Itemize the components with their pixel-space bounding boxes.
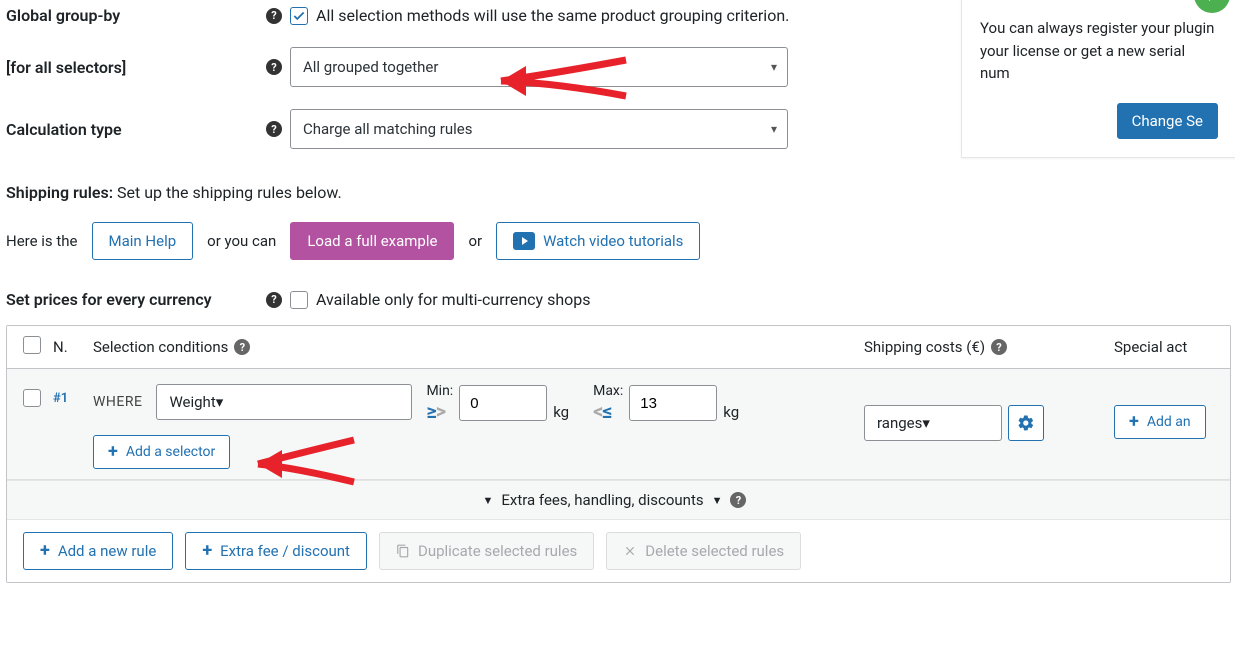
add-action-button[interactable]: + Add an	[1114, 405, 1206, 439]
extras-toggle[interactable]: ▼ Extra fees, handling, discounts ▼ ?	[7, 480, 1230, 520]
gte-op-icon[interactable]: ≥	[426, 399, 435, 423]
calctype-select[interactable]: Charge all matching rules ▾	[290, 109, 788, 149]
watch-video-label: Watch video tutorials	[543, 232, 683, 250]
multicurrency-checkbox[interactable]	[290, 291, 308, 309]
extra-fee-button[interactable]: + Extra fee / discount	[185, 532, 367, 570]
gear-icon	[1017, 414, 1035, 432]
max-label: Max:	[593, 383, 623, 399]
change-serial-button[interactable]: Change Se	[1117, 103, 1218, 139]
license-panel: You can always register your plugin your…	[961, 0, 1235, 158]
duplicate-rules-button[interactable]: Duplicate selected rules	[379, 532, 594, 570]
cost-mode-select[interactable]: ranges ▾	[864, 405, 1002, 441]
add-rule-label: Add a new rule	[58, 542, 157, 560]
plus-icon: +	[1129, 413, 1139, 431]
extra-fee-label: Extra fee / discount	[220, 542, 350, 560]
select-all-checkbox[interactable]	[23, 336, 41, 354]
check-badge-icon	[1194, 0, 1230, 13]
add-selector-label: Add a selector	[126, 444, 215, 460]
calctype-label: Calculation type	[6, 120, 122, 139]
row-checkbox[interactable]	[23, 389, 41, 407]
shipping-rules-title: Shipping rules:	[6, 183, 113, 202]
triangle-down-icon: ▼	[712, 494, 723, 507]
shipping-rules-heading: Shipping rules: Set up the shipping rule…	[6, 183, 1235, 202]
triangle-down-icon: ▼	[483, 494, 494, 507]
play-icon	[513, 232, 535, 250]
max-unit: kg	[723, 403, 739, 421]
where-label: WHERE	[93, 394, 142, 410]
chevron-down-icon: ▾	[771, 60, 777, 74]
groupby-check-text: All selection methods will use the same …	[316, 6, 789, 25]
min-unit: kg	[553, 403, 569, 421]
help-icon[interactable]: ?	[234, 339, 250, 355]
help-icon[interactable]: ?	[266, 8, 282, 24]
add-rule-button[interactable]: + Add a new rule	[23, 532, 173, 570]
license-text: You can always register your plugin your…	[980, 17, 1218, 85]
help-icon[interactable]: ?	[266, 121, 282, 137]
help-icon[interactable]: ?	[991, 339, 1007, 355]
plus-icon: +	[202, 542, 212, 560]
chevron-down-icon: ▾	[216, 393, 224, 411]
delete-label: Delete selected rules	[645, 542, 784, 560]
close-icon	[623, 544, 637, 558]
rules-table: N. Selection conditions ? Shipping costs…	[6, 325, 1231, 583]
watch-video-button[interactable]: Watch video tutorials	[496, 222, 700, 260]
lt-op-icon[interactable]: <	[593, 399, 602, 423]
calctype-select-value: Charge all matching rules	[303, 120, 473, 138]
delete-rules-button[interactable]: Delete selected rules	[606, 532, 801, 570]
cost-settings-button[interactable]	[1008, 405, 1044, 441]
multicurrency-check-text: Available only for multi-currency shops	[316, 290, 591, 309]
gt-op-icon[interactable]: >	[436, 399, 445, 423]
multicurrency-label: Set prices for every currency	[6, 290, 212, 309]
table-header: N. Selection conditions ? Shipping costs…	[7, 326, 1230, 369]
here-is-text: Here is the	[6, 232, 78, 250]
help-icon[interactable]: ?	[266, 292, 282, 308]
th-cost: Shipping costs (€)	[864, 338, 985, 356]
add-selector-button[interactable]: + Add a selector	[93, 435, 230, 469]
min-input[interactable]	[459, 385, 547, 421]
table-row: #1 WHERE Weight ▾ Min: ≥> kg	[7, 369, 1230, 480]
chevron-down-icon: ▾	[771, 122, 777, 136]
help-icon[interactable]: ?	[266, 59, 282, 75]
plus-icon: +	[40, 542, 50, 560]
add-action-label: Add an	[1147, 414, 1191, 430]
selector-type-value: Weight	[169, 393, 215, 411]
load-example-button[interactable]: Load a full example	[290, 222, 454, 260]
row-number[interactable]: #1	[53, 383, 93, 406]
cost-mode-value: ranges	[877, 414, 922, 432]
max-input[interactable]	[629, 385, 717, 421]
min-label: Min:	[426, 383, 453, 399]
th-number: N.	[53, 338, 93, 356]
or-text: or	[468, 232, 482, 250]
duplicate-label: Duplicate selected rules	[418, 542, 577, 560]
groupby-label-line2: [for all selectors]	[6, 58, 126, 77]
groupby-select-value: All grouped together	[303, 58, 438, 76]
th-special: Special act	[1114, 338, 1214, 356]
or-you-can-text: or you can	[207, 232, 276, 250]
extras-label: Extra fees, handling, discounts	[501, 491, 703, 509]
groupby-label-line1: Global group-by	[6, 6, 120, 25]
shipping-rules-subtitle: Set up the shipping rules below.	[117, 183, 342, 202]
table-footer: + Add a new rule + Extra fee / discount …	[7, 520, 1230, 582]
selector-type-select[interactable]: Weight ▾	[156, 384, 412, 420]
plus-icon: +	[108, 443, 118, 461]
groupby-checkbox[interactable]	[290, 7, 308, 25]
main-help-button[interactable]: Main Help	[92, 222, 194, 260]
help-icon[interactable]: ?	[730, 492, 746, 508]
th-selection: Selection conditions	[93, 338, 228, 356]
copy-icon	[396, 544, 410, 558]
chevron-down-icon: ▾	[922, 414, 930, 432]
lte-op-icon[interactable]: ≤	[602, 399, 611, 423]
groupby-select[interactable]: All grouped together ▾	[290, 47, 788, 87]
